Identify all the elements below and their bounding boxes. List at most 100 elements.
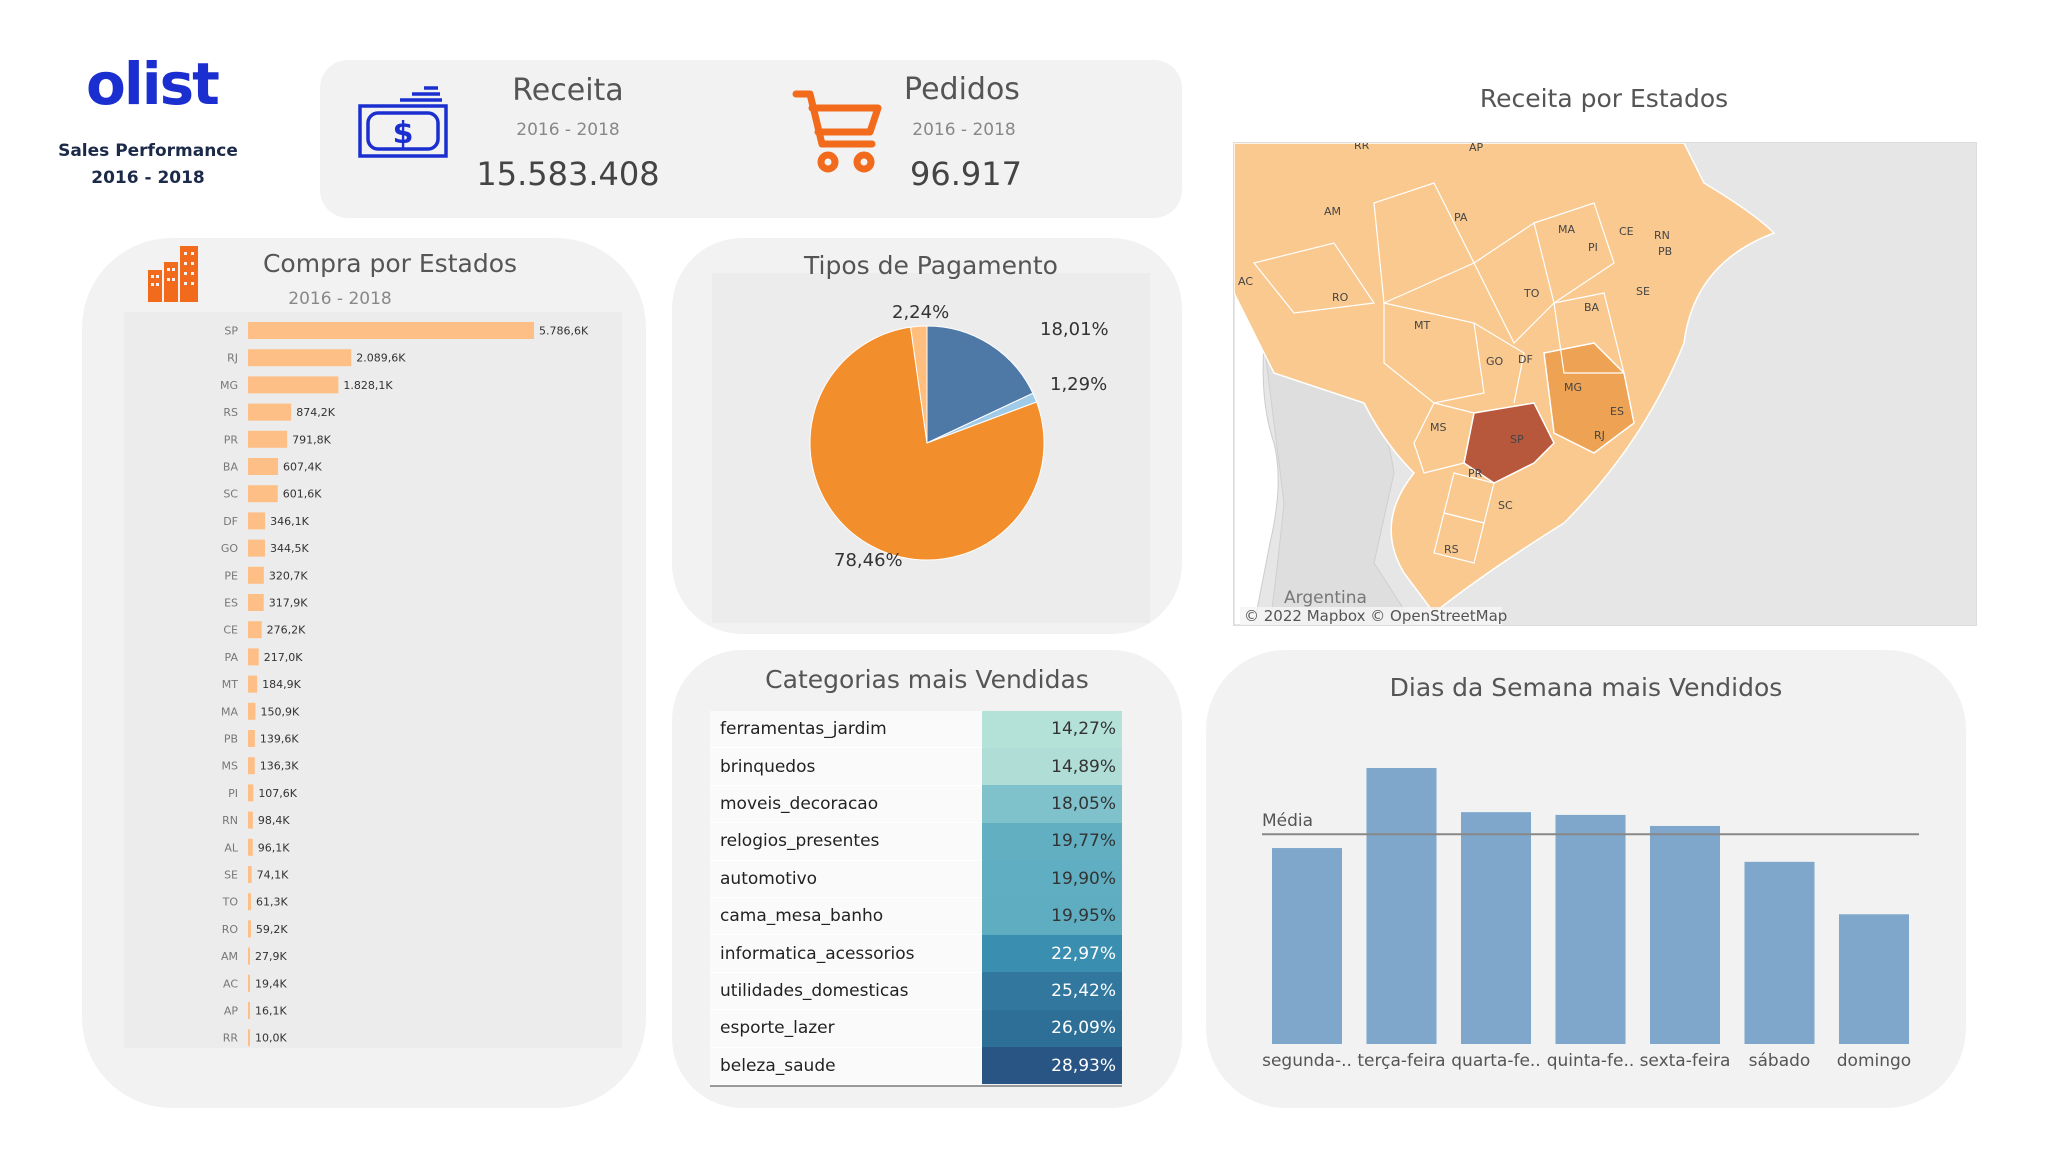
state-value-label: 150,9K bbox=[260, 705, 299, 718]
state-bar bbox=[248, 322, 534, 339]
state-tick-label: MA bbox=[221, 705, 238, 718]
day-tick-label: terça-feira bbox=[1357, 1051, 1445, 1071]
state-value-label: 16,1K bbox=[255, 1005, 287, 1018]
category-row: beleza_saude 28,93% bbox=[710, 1047, 1122, 1085]
svg-text:RS: RS bbox=[1444, 543, 1459, 556]
revenue-value: 15.583.408 bbox=[476, 155, 660, 193]
state-tick-label: AC bbox=[223, 977, 238, 990]
category-value: 18,05% bbox=[982, 785, 1122, 823]
state-tick-label: RS bbox=[223, 406, 238, 419]
category-value: 19,95% bbox=[982, 897, 1122, 935]
state-value-label: 19,4K bbox=[255, 977, 287, 990]
day-bar bbox=[1650, 825, 1720, 1044]
state-tick-label: SC bbox=[223, 488, 238, 501]
svg-text:RJ: RJ bbox=[1594, 429, 1605, 442]
category-row: ferramentas_jardim 14,27% bbox=[710, 711, 1122, 749]
state-value-label: 874,2K bbox=[296, 406, 335, 419]
state-bar bbox=[248, 376, 339, 394]
state-value-label: 791,8K bbox=[292, 433, 331, 446]
state-tick-label: RO bbox=[222, 923, 239, 936]
category-value: 26,09% bbox=[982, 1009, 1122, 1048]
map-canvas[interactable]: RR AP AM PA MA CE RN PB PI AC RO TO BA SE MT GO DF M… bbox=[1234, 143, 1976, 625]
category-row: cama_mesa_banho 19,95% bbox=[710, 897, 1122, 936]
state-tick-label: AP bbox=[224, 1005, 239, 1018]
state-bar bbox=[248, 1029, 250, 1047]
map-country-label: Argentina bbox=[1284, 588, 1367, 608]
state-bar bbox=[248, 811, 253, 829]
category-name: moveis_decoracao bbox=[710, 785, 983, 824]
state-bar bbox=[248, 512, 266, 530]
state-value-label: 601,6K bbox=[283, 488, 322, 501]
day-tick-label: quarta-fe.. bbox=[1451, 1051, 1540, 1071]
category-name: ferramentas_jardim bbox=[710, 711, 983, 749]
state-value-label: 10,0K bbox=[255, 1032, 287, 1045]
svg-text:RN: RN bbox=[1654, 229, 1670, 242]
revenue-title: Receita bbox=[512, 73, 624, 108]
state-value-label: 607,4K bbox=[283, 461, 322, 474]
svg-text:RO: RO bbox=[1332, 291, 1349, 304]
svg-text:TO: TO bbox=[1523, 287, 1540, 300]
days-bar-chart: segunda-.. terça-feira quarta-fe.. quinta-f… bbox=[1262, 768, 1919, 1071]
svg-text:SE: SE bbox=[1636, 285, 1650, 298]
state-tick-label: SP bbox=[224, 325, 238, 338]
state-bar bbox=[248, 485, 278, 503]
orders-title: Pedidos bbox=[904, 72, 1020, 107]
map-attribution: © 2022 Mapbox © OpenStreetMap bbox=[1244, 607, 1507, 625]
state-tick-label: PE bbox=[224, 569, 238, 582]
category-row: utilidades_domesticas 25,42% bbox=[710, 972, 1122, 1011]
state-value-label: 136,3K bbox=[260, 760, 299, 773]
states-chart-title: Compra por Estados bbox=[262, 249, 518, 278]
day-tick-label: quinta-fe.. bbox=[1547, 1051, 1635, 1071]
category-row: moveis_decoracao 18,05% bbox=[710, 785, 1122, 824]
building-icon bbox=[148, 246, 198, 302]
state-tick-label: BA bbox=[223, 461, 239, 474]
state-bar bbox=[248, 566, 264, 584]
payment-pie-chart: 18,01% 1,29% 78,46% 2,24% bbox=[809, 302, 1109, 571]
category-row: brinquedos 14,89% bbox=[710, 747, 1122, 786]
state-value-label: 317,9K bbox=[269, 597, 308, 610]
olist-logo: olist bbox=[86, 50, 220, 118]
category-name: brinquedos bbox=[710, 747, 983, 786]
state-value-label: 139,6K bbox=[260, 733, 299, 746]
state-value-label: 346,1K bbox=[270, 515, 309, 528]
days-chart-title: Dias da Semana mais Vendidos bbox=[1389, 673, 1783, 702]
state-value-label: 96,1K bbox=[258, 841, 290, 854]
state-tick-label: RJ bbox=[227, 352, 238, 365]
state-value-label: 61,3K bbox=[256, 896, 288, 909]
svg-text:PB: PB bbox=[1658, 245, 1672, 258]
state-bar bbox=[248, 947, 250, 965]
state-value-label: 276,2K bbox=[267, 624, 306, 637]
state-tick-label: PA bbox=[225, 651, 239, 664]
day-bar bbox=[1272, 848, 1342, 1044]
category-value: 14,89% bbox=[982, 747, 1122, 786]
category-value: 22,97% bbox=[982, 934, 1122, 973]
category-value: 25,42% bbox=[982, 972, 1122, 1010]
svg-text:SC: SC bbox=[1498, 499, 1513, 512]
day-bar bbox=[1461, 812, 1531, 1044]
state-tick-label: ES bbox=[224, 597, 238, 610]
day-tick-label: sábado bbox=[1749, 1051, 1811, 1071]
state-value-label: 59,2K bbox=[256, 923, 288, 936]
category-value: 28,93% bbox=[982, 1047, 1122, 1085]
revenue-map[interactable]: RR AP AM PA MA CE RN PB PI AC RO TO BA SE MT GO DF M… bbox=[1233, 142, 1977, 626]
state-bar bbox=[248, 675, 258, 693]
category-name: informatica_acessorios bbox=[710, 934, 983, 973]
svg-text:MA: MA bbox=[1558, 223, 1575, 236]
state-bar bbox=[248, 403, 292, 421]
categories-title: Categorias mais Vendidas bbox=[765, 665, 1089, 694]
state-tick-label: GO bbox=[221, 542, 239, 555]
states-chart-period: 2016 - 2018 bbox=[288, 289, 392, 309]
day-tick-label: segunda-.. bbox=[1262, 1051, 1352, 1071]
category-name: relogios_presentes bbox=[710, 822, 983, 861]
orders-period: 2016 - 2018 bbox=[912, 120, 1016, 140]
state-tick-label: TO bbox=[222, 896, 239, 909]
pie-slice-label: 18,01% bbox=[1040, 319, 1109, 340]
day-tick-label: sexta-feira bbox=[1640, 1051, 1731, 1071]
svg-text:PI: PI bbox=[1588, 241, 1598, 254]
state-bar bbox=[248, 920, 251, 938]
state-bar bbox=[248, 757, 255, 775]
svg-text:SP: SP bbox=[1510, 433, 1524, 446]
pie-slice-label: 78,46% bbox=[834, 550, 903, 571]
state-tick-label: PI bbox=[228, 787, 238, 800]
state-bar bbox=[248, 539, 266, 557]
